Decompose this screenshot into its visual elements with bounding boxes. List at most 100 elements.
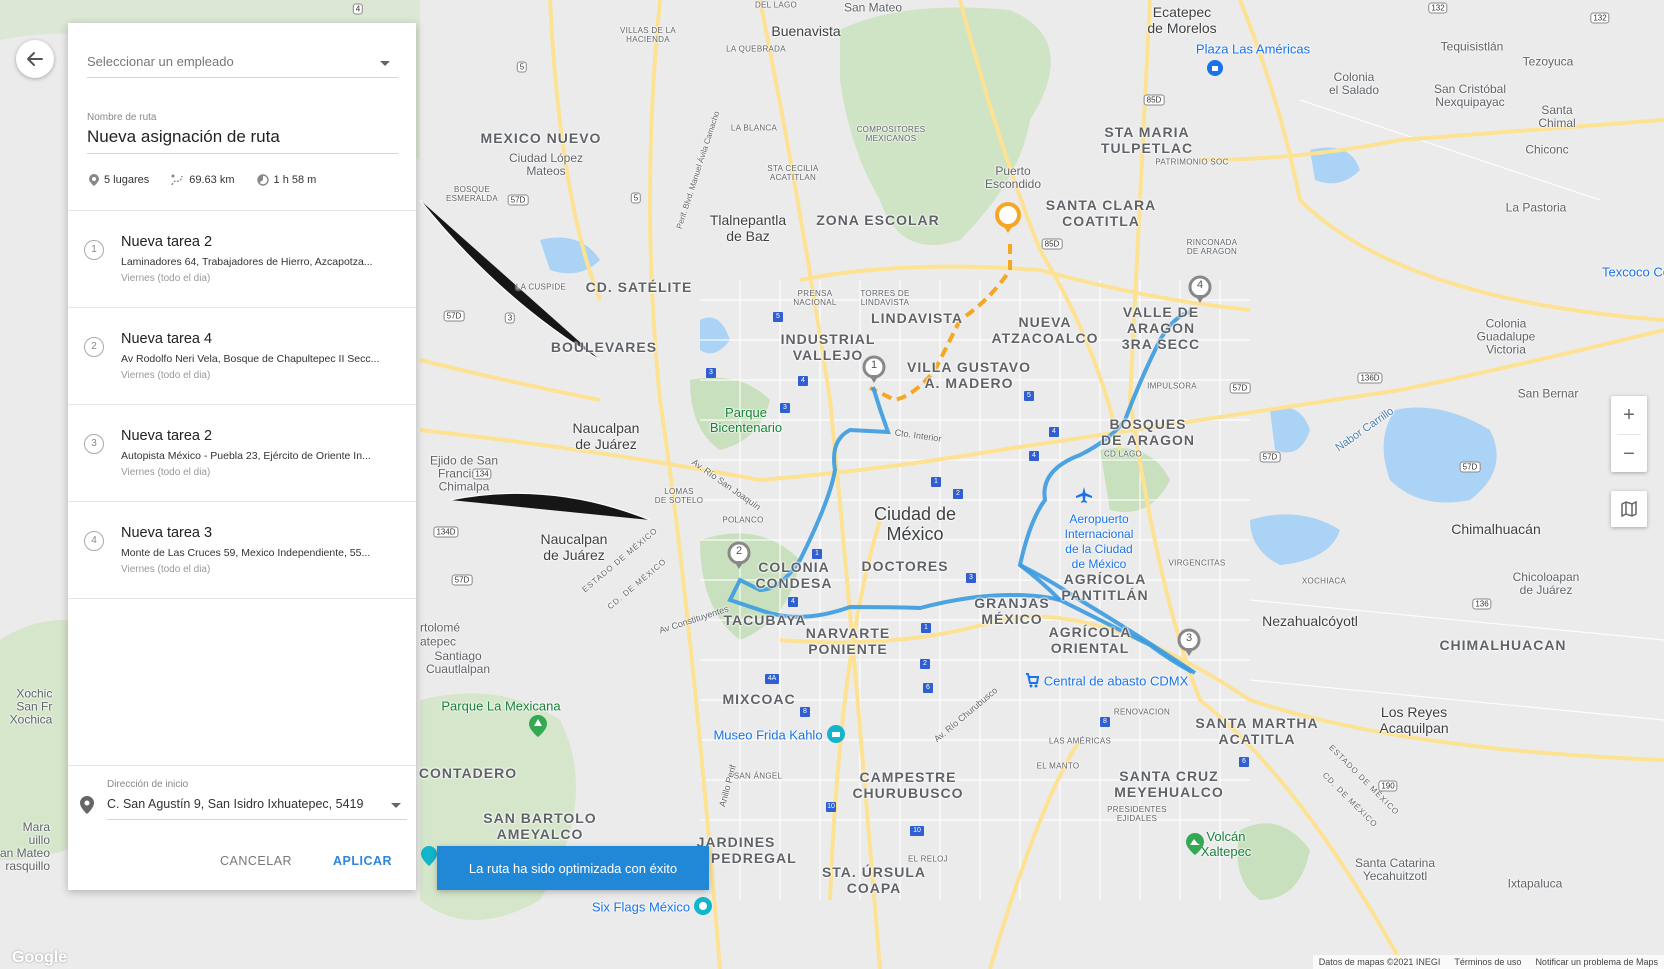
task-schedule: Viernes (todo el dia) [121, 273, 211, 284]
metro-badge: 5 [773, 312, 783, 322]
route-shield: 134 [472, 468, 492, 480]
task-title: Nueva tarea 4 [121, 331, 213, 347]
task-title: Nueva tarea 3 [121, 525, 213, 541]
task-title: Nueva tarea 2 [121, 234, 213, 250]
clock-icon [256, 174, 269, 186]
map-label-mara-left: Mara uillo an Mateo rasquillo [0, 820, 51, 873]
route-shield: 190 [1378, 780, 1398, 792]
metro-badge: 1 [812, 549, 822, 559]
task-address: Av Rodolfo Neri Vela, Bosque de Chapulte… [121, 353, 380, 365]
map-poi-central-abasto[interactable]: Central de abasto CDMX [1044, 674, 1189, 689]
route-marker-4[interactable]: 4 [1187, 275, 1213, 310]
task-address: Laminadores 64, Trabajadores de Hierro, … [121, 256, 373, 268]
terms-link[interactable]: Términos de uso [1454, 957, 1521, 967]
map-layers-icon [1621, 501, 1637, 517]
map-label-ciudad-de-mexico: Ciudad de México [873, 504, 957, 544]
route-shield: 136 [1472, 598, 1492, 610]
metro-badge: 2 [920, 659, 930, 669]
task-schedule: Viernes (todo el dia) [121, 370, 211, 381]
map-label-la-cuspide: LA CUSPIDE [515, 282, 567, 292]
employee-select[interactable]: Seleccionar un empleado [87, 51, 398, 78]
map-label-patrimonio: PATRIMONIO SOC [1155, 157, 1229, 167]
map-label-ciudad-lopez: Ciudad López Mateos [508, 151, 584, 178]
route-shield: 85D [1041, 238, 1063, 250]
task-address: Autopista México - Puebla 23, Ejército d… [121, 450, 371, 462]
map-poi-aeropuerto[interactable]: Aeropuerto Internacional de la Ciudad de… [1065, 512, 1134, 572]
map-label-campestre: CAMPESTRE CHURUBUSCO [852, 769, 964, 801]
cancel-button[interactable]: CANCELAR [220, 854, 292, 868]
route-panel: Seleccionar un empleado Nombre de ruta N… [68, 23, 416, 890]
origin-pin-icon [995, 202, 1021, 233]
map-label-tolome: rtolomé [419, 620, 461, 635]
map-label-villa-gustavo: VILLA GUSTAVO A. MADERO [907, 359, 1031, 391]
task-address: Monte de Las Cruces 59, Mexico Independi… [121, 547, 371, 559]
marker-number: 1 [870, 359, 878, 371]
map-label-agricola-pantitlan: AGRÍCOLA PANTITLÁN [1061, 571, 1149, 603]
task-item[interactable]: 4 Nueva tarea 3 Monte de Las Cruces 59, … [68, 502, 416, 599]
task-item[interactable]: 2 Nueva tarea 4 Av Rodolfo Neri Vela, Bo… [68, 308, 416, 405]
map-label-la-blanca: LA BLANCA [730, 123, 778, 133]
metro-badge: 2 [953, 489, 963, 499]
map-type-button[interactable] [1611, 491, 1647, 527]
map-label-colonia-salado: Colonia el Salado [1328, 70, 1380, 97]
distance-icon [171, 174, 183, 186]
metro-badge: 10 [826, 802, 836, 812]
back-button[interactable] [16, 40, 54, 78]
map-label-san-cristobal: San Cristóbal Nexquipayac [1433, 82, 1507, 109]
map-label-lomas-sotelo: LOMAS DE SOTELO [654, 487, 704, 505]
origin-marker[interactable] [993, 201, 1023, 240]
map-label-bosque-esmeralda: BOSQUE ESMERALDA [445, 185, 499, 203]
map-label-rinconada: RINCONADA DE ARAGON [1186, 238, 1238, 256]
map-label-chicoloapan: Chicoloapan de Juárez [1512, 570, 1580, 597]
metro-badge: 3 [780, 403, 790, 413]
attraction-icon [694, 897, 712, 915]
zoom-out-button[interactable]: − [1611, 435, 1647, 473]
task-number: 2 [84, 337, 104, 357]
start-address-field[interactable]: C. San Agustín 9, San Isidro Ixhuatepec,… [107, 795, 407, 820]
map-poi-volcan[interactable]: Volcán Xaltepec [1201, 829, 1252, 859]
zoom-in-button[interactable]: + [1611, 396, 1647, 434]
map-poi-plaza-americas[interactable]: Plaza Las Américas [1196, 42, 1310, 57]
map-label-naucalpan: Naucalpan de Juárez [572, 420, 640, 452]
route-marker-1[interactable]: 1 [861, 355, 887, 390]
route-shield: 57D [443, 310, 465, 322]
report-problem-link[interactable]: Notificar un problema de Maps [1535, 957, 1658, 967]
map-label-del-lago: DEL LAGO [754, 0, 798, 10]
route-name-field[interactable]: Nueva asignación de ruta [87, 127, 398, 154]
poi-pin-icon [421, 846, 437, 866]
map-poi-parque-mexicana[interactable]: Parque La Mexicana [441, 699, 560, 714]
map-label-colonia-condesa: COLONIA CONDESA [755, 559, 833, 591]
metro-badge: 1 [921, 623, 931, 633]
task-number: 4 [84, 531, 104, 551]
map-label-doctores: DOCTORES [861, 558, 949, 574]
route-shield: 57D [1229, 382, 1251, 394]
apply-button[interactable]: APLICAR [333, 854, 392, 868]
route-shield: 5 [516, 61, 528, 73]
park-icon [529, 715, 547, 737]
metro-badge: 4 [788, 597, 798, 607]
map-label-los-reyes: Los Reyes Acaquilpan [1379, 704, 1449, 736]
route-shield: 57D [507, 194, 529, 206]
stat-duration-value: 1 h 58 m [273, 174, 317, 186]
task-schedule: Viernes (todo el dia) [121, 467, 211, 478]
map-label-buenavista: Buenavista [771, 23, 841, 39]
map-label-chimalhuacan-district: CHIMALHUACAN [1439, 637, 1567, 653]
map-poi-parque-bicentenario[interactable]: Parque Bicentenario [710, 405, 782, 435]
marker-number: 2 [735, 545, 743, 557]
route-marker-3[interactable]: 3 [1176, 628, 1202, 663]
map-label-renovacion: RENOVACION [1113, 707, 1171, 717]
task-number: 1 [84, 240, 104, 260]
task-item[interactable]: 3 Nueva tarea 2 Autopista México - Puebl… [68, 405, 416, 502]
map-label-narvarte: NARVARTE PONIENTE [805, 625, 891, 657]
route-shield: 57D [1259, 451, 1281, 463]
task-title: Nueva tarea 2 [121, 428, 213, 444]
route-marker-2[interactable]: 2 [726, 541, 752, 576]
map-poi-six-flags[interactable]: Six Flags México [592, 900, 690, 915]
map-label-polanco: POLANCO [722, 515, 764, 525]
metro-badge: 4 [1049, 427, 1059, 437]
map-poi-museo-frida[interactable]: Museo Frida Kahlo [713, 729, 822, 742]
map-attribution: Datos de mapas ©2021 INEGI Términos de u… [1312, 955, 1664, 969]
divider [68, 765, 416, 766]
metro-badge: 6 [923, 683, 933, 693]
task-item[interactable]: 1 Nueva tarea 2 Laminadores 64, Trabajad… [68, 211, 416, 308]
